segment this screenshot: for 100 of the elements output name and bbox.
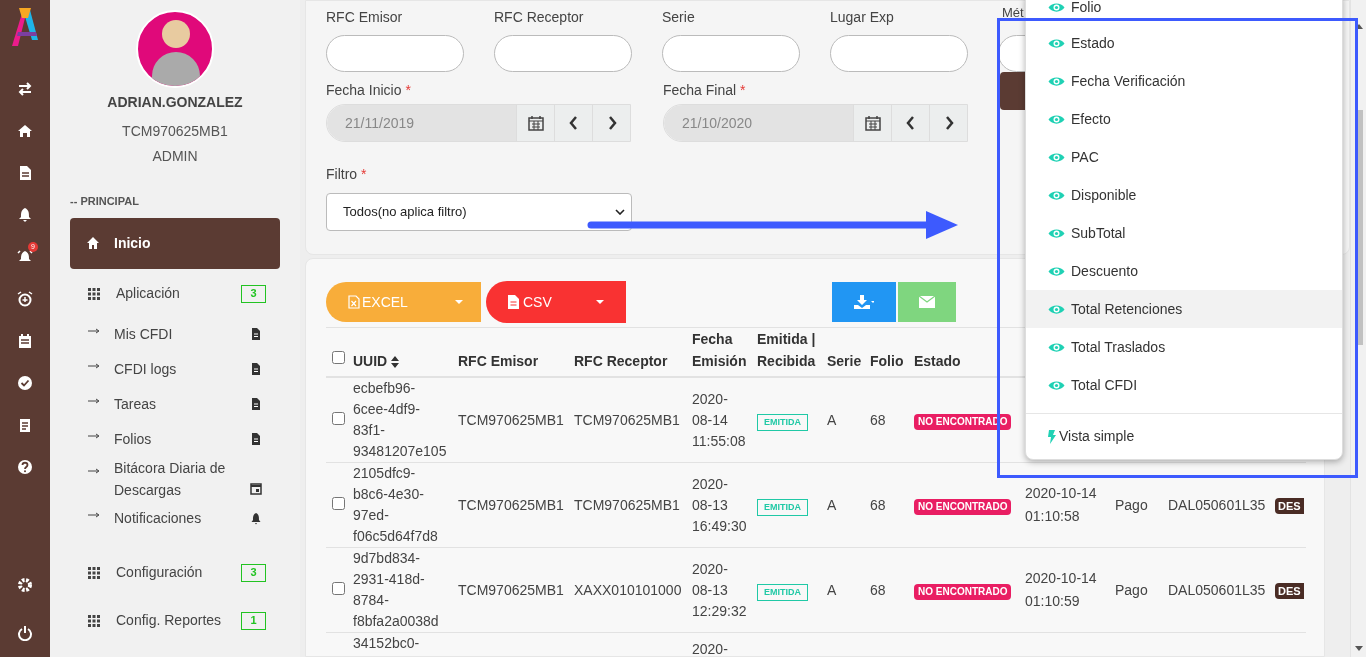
document-icon[interactable]: [250, 362, 262, 376]
column-header[interactable]: Emitida | Recibida: [757, 327, 827, 377]
settings-icon[interactable]: [17, 577, 33, 593]
menu-item[interactable]: PAC: [1026, 138, 1342, 176]
column-header[interactable]: Estado: [914, 327, 1025, 377]
table-cell-text: 68: [870, 410, 887, 430]
arrow-icon[interactable]: [88, 327, 100, 334]
csv-button[interactable]: CSV: [486, 281, 626, 323]
menu-item[interactable]: Estado: [1026, 24, 1342, 62]
text-input[interactable]: [494, 35, 632, 72]
nav-item[interactable]: Config. Reportes 1: [70, 609, 280, 632]
scroll-down-icon[interactable]: [1355, 646, 1363, 651]
uuid-text: 9d7bd834-2931-418d-8784-f8bfa2a0038d: [353, 549, 440, 631]
eye-icon: [1048, 151, 1065, 163]
lightning-icon: [1048, 429, 1056, 444]
column-header[interactable]: RFC Receptor: [574, 327, 692, 377]
column-header[interactable]: Serie: [827, 327, 870, 377]
table-cell-text: A: [827, 495, 838, 515]
grid-icon[interactable]: [88, 287, 100, 300]
menu-item[interactable]: Vista simple: [1026, 414, 1342, 459]
text-input[interactable]: [326, 35, 464, 72]
arrow-icon[interactable]: [88, 511, 100, 518]
column-header[interactable]: Fecha Emisión: [692, 327, 757, 377]
type-badge: EMITIDA: [757, 498, 808, 516]
scroll-up-icon[interactable]: [1355, 24, 1363, 29]
clipboard-icon[interactable]: [17, 417, 33, 433]
arrow-icon[interactable]: [88, 432, 100, 439]
nav-item[interactable]: Mis CFDI: [70, 316, 280, 352]
table-cell-text: TCM970625MB1: [458, 580, 565, 600]
eye-icon: [1048, 341, 1065, 353]
status-badge: NO ENCONTRADO: [914, 583, 1012, 600]
text-input[interactable]: [662, 35, 800, 72]
nav-item[interactable]: Inicio: [70, 217, 280, 269]
row-checkbox[interactable]: [332, 496, 345, 510]
eye-icon: [1048, 227, 1065, 239]
sort-icon[interactable]: [391, 356, 400, 369]
status-badge: DES: [1275, 582, 1304, 599]
power-icon[interactable]: [17, 625, 33, 641]
menu-item[interactable]: Fecha Verificación: [1026, 62, 1342, 100]
home-icon[interactable]: [17, 123, 33, 139]
calendar-icon[interactable]: [17, 333, 33, 349]
table-cell-text: Pago: [1115, 495, 1149, 515]
check-circle-icon[interactable]: [17, 375, 33, 391]
date-text: 2020-08-13 12:29:32: [692, 559, 747, 621]
document-icon[interactable]: [250, 397, 262, 411]
role-text: ADMIN: [152, 147, 198, 166]
eye-icon: [1048, 189, 1065, 201]
menu-item[interactable]: Folio: [1026, 0, 1342, 17]
row-checkbox[interactable]: [332, 411, 345, 425]
menu-item[interactable]: Disponible: [1026, 176, 1342, 214]
calendar-icon[interactable]: [250, 481, 262, 495]
grid-icon[interactable]: [88, 614, 100, 627]
nav-item[interactable]: Configuración 3: [70, 561, 280, 584]
column-header[interactable]: Folio: [870, 327, 914, 377]
scrollbar-thumb[interactable]: [1355, 110, 1363, 345]
caret-icon[interactable]: [596, 300, 604, 304]
menu-item[interactable]: Total Retenciones: [1026, 290, 1342, 328]
count-badge: 3: [241, 284, 266, 303]
menu-item[interactable]: Total Traslados: [1026, 328, 1342, 366]
text-input[interactable]: [830, 35, 968, 72]
column-header[interactable]: UUID: [353, 327, 458, 377]
menu-item[interactable]: SubTotal: [1026, 214, 1342, 252]
menu-item[interactable]: Efecto: [1026, 100, 1342, 138]
document-icon[interactable]: [250, 327, 262, 341]
scrollbar[interactable]: [1350, 0, 1366, 657]
swap-arrows-icon[interactable]: [17, 81, 33, 97]
help-icon[interactable]: [17, 459, 33, 475]
nav-item[interactable]: CFDI logs: [70, 351, 280, 387]
arrow-icon[interactable]: [88, 467, 100, 474]
arrow-icon[interactable]: [88, 362, 100, 369]
arrow-icon[interactable]: [88, 397, 100, 404]
menu-item[interactable]: Descuento: [1026, 252, 1342, 290]
nav-item[interactable]: Aplicación 3: [70, 282, 280, 305]
nav-item[interactable]: Tareas: [70, 386, 280, 422]
document-icon[interactable]: [17, 165, 33, 181]
column-header[interactable]: RFC Emisor: [458, 327, 574, 377]
table-cell-text: XAXX010101000: [574, 580, 683, 600]
date-text: 2020-10-14 01:10:58: [1025, 484, 1098, 526]
alarm-clock-icon[interactable]: [17, 291, 33, 307]
date-text: 2020-: [692, 640, 729, 656]
grid-icon[interactable]: [88, 566, 100, 579]
eye-icon: [1048, 113, 1065, 125]
home-icon[interactable]: [86, 236, 100, 250]
menu-item[interactable]: Total CFDI: [1026, 366, 1342, 404]
filter-select[interactable]: Todos(no aplica filtro): [326, 193, 632, 231]
document-icon[interactable]: [250, 432, 262, 446]
type-badge: EMITIDA: [757, 413, 808, 431]
download-icon[interactable]: [854, 295, 874, 309]
eye-icon: [1048, 37, 1065, 49]
bell-icon[interactable]: [17, 207, 33, 223]
nav-item[interactable]: Folios: [70, 421, 280, 457]
download-button[interactable]: [832, 282, 896, 322]
select-all-checkbox[interactable]: [332, 351, 345, 364]
row-checkbox[interactable]: [332, 581, 345, 595]
nav-item[interactable]: Notificaciones: [70, 500, 280, 536]
field-label: Lugar Exp: [830, 8, 894, 27]
bell-icon[interactable]: [250, 511, 262, 525]
rfc-text: TCM970625MB1: [122, 122, 228, 141]
table-cell-text: TCM970625MB1: [458, 410, 565, 430]
nav-item[interactable]: Bitácora Diaria de Descargas: [70, 456, 280, 501]
